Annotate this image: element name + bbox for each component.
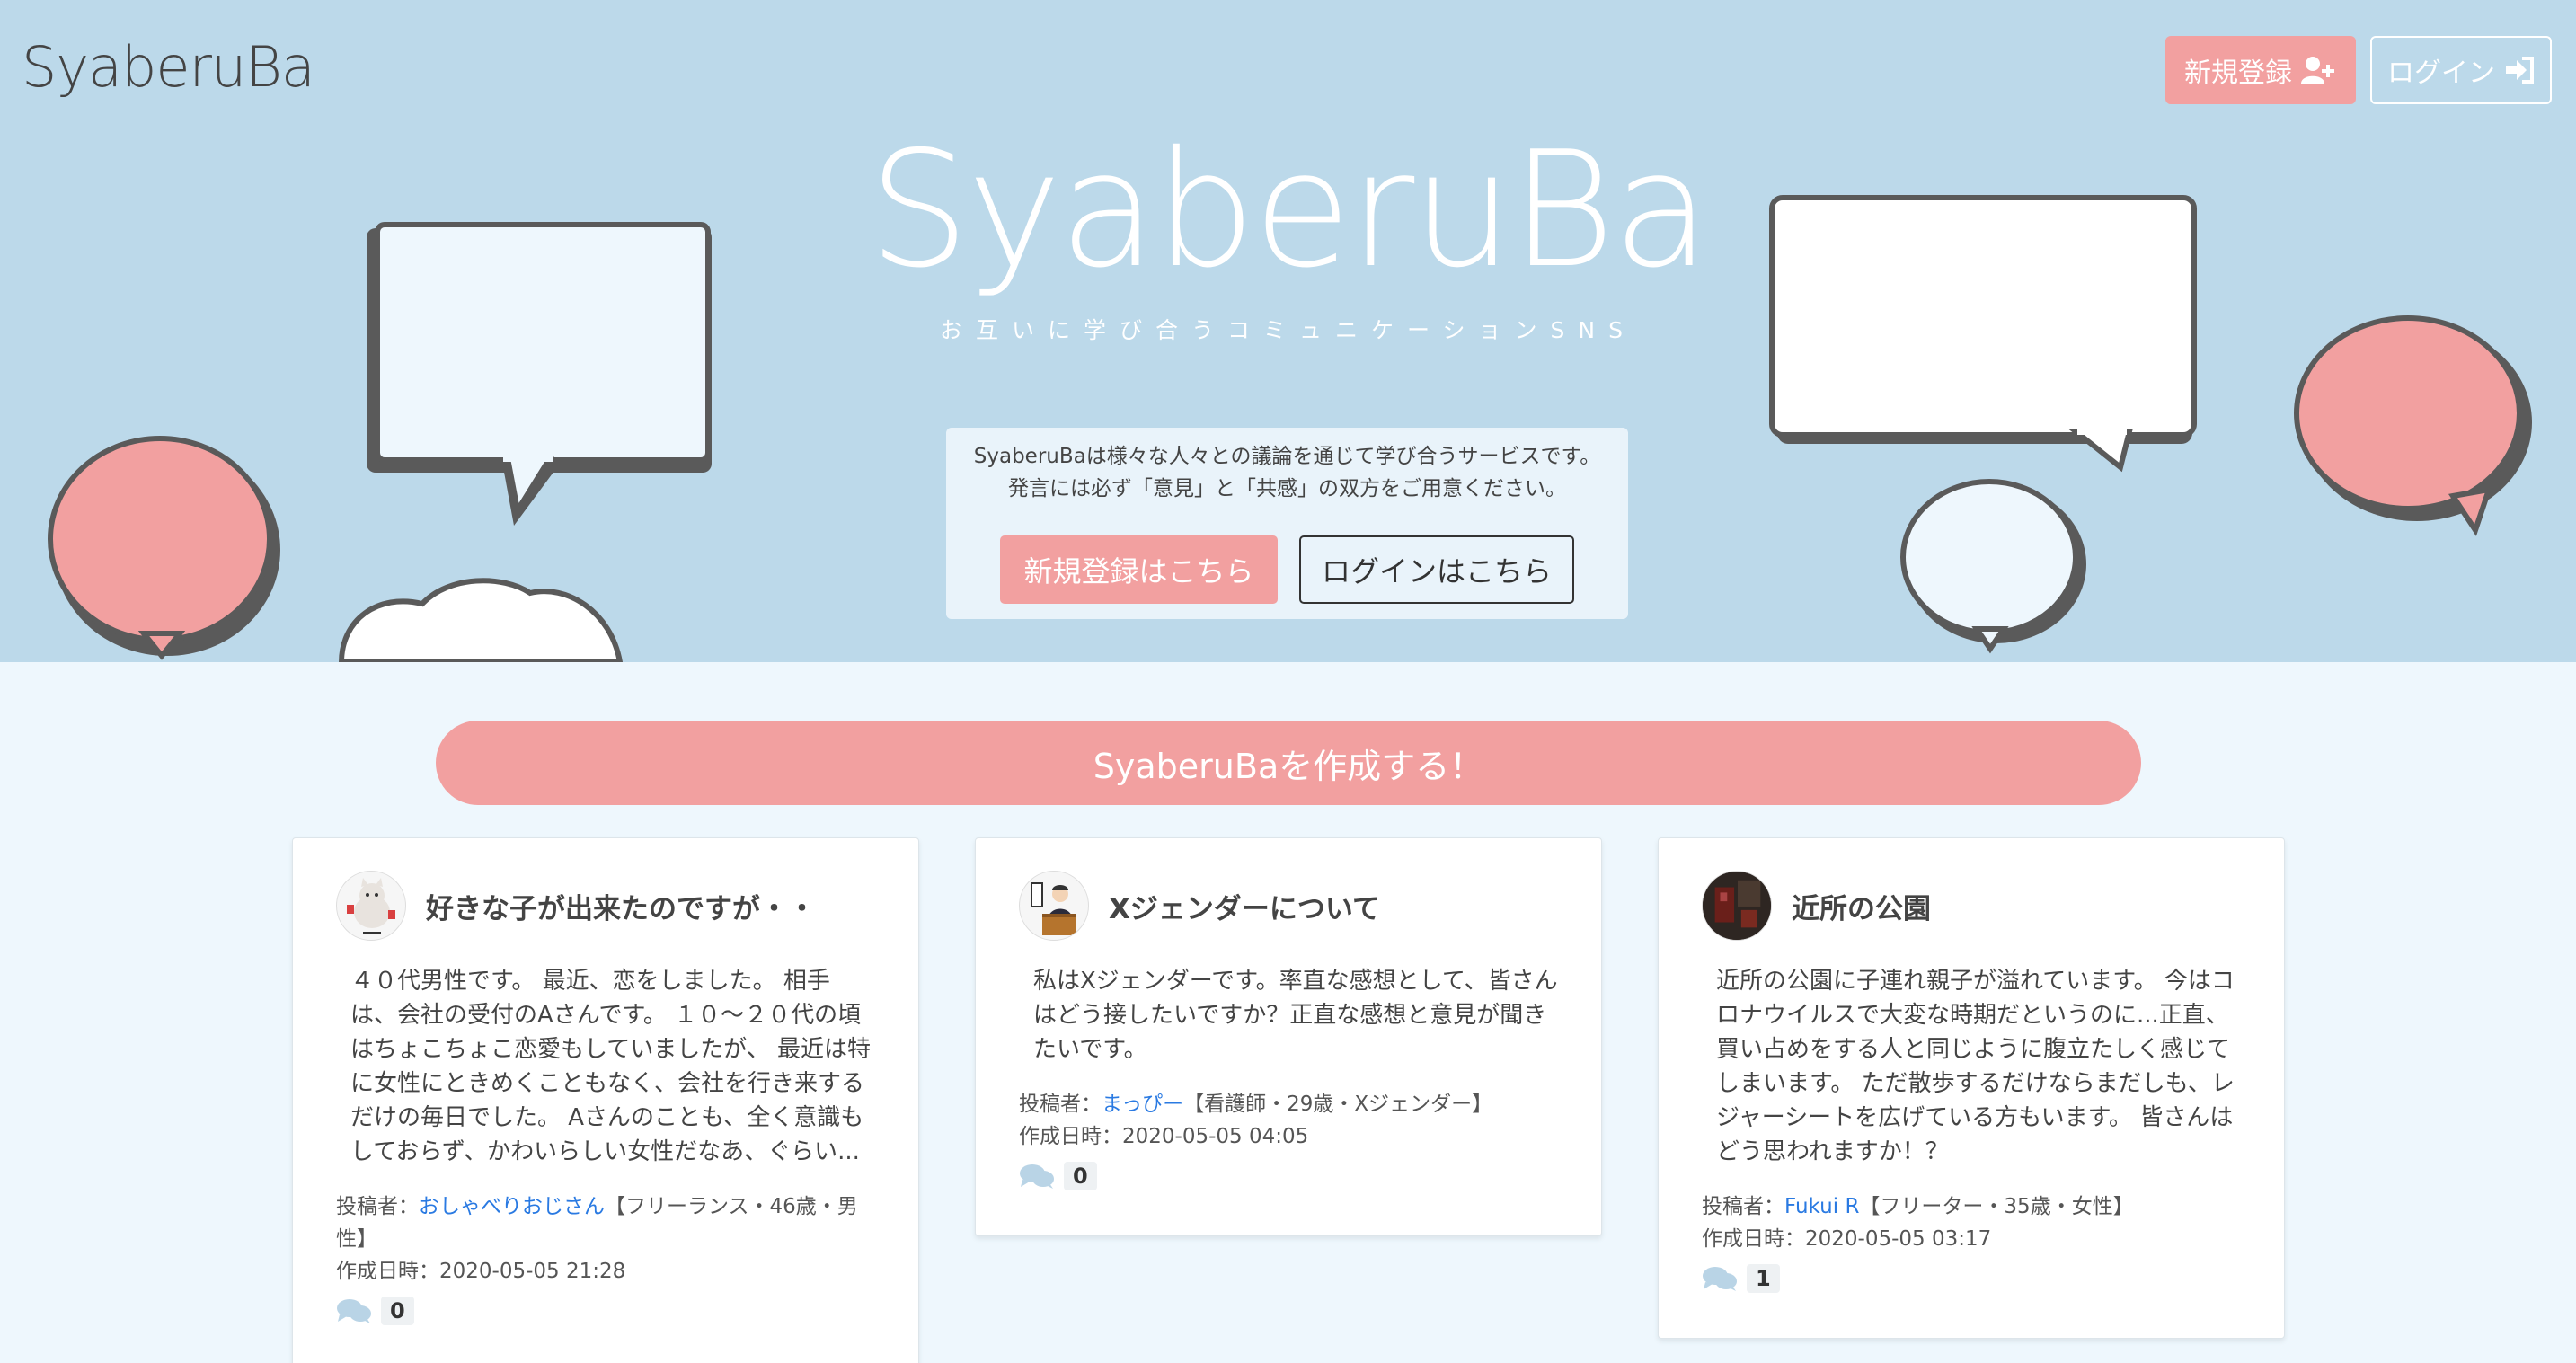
post-date: 2020-05-05 04:05 — [1122, 1125, 1309, 1148]
author-prefix: 投稿者： — [336, 1195, 419, 1218]
post-card[interactable]: Xジェンダーについて 私はXジェンダーです。率直な感想として、皆さんはどう接した… — [975, 837, 1602, 1236]
header-register-button[interactable]: 新規登録 — [2165, 36, 2356, 104]
photo-avatar-icon — [1702, 871, 1772, 941]
create-syaberuba-button[interactable]: SyaberuBaを作成する！ — [436, 721, 2141, 805]
date-prefix: 作成日時： — [336, 1260, 439, 1283]
post-card[interactable]: 好きな子が出来たのですが・・ ４０代男性です。 最近、恋をしました。 相手は、会… — [292, 837, 919, 1363]
author-info: 【看護師・29歳・Xジェンダー】 — [1183, 1093, 1493, 1116]
user-plus-icon — [2301, 57, 2334, 84]
comments-icon — [337, 1299, 371, 1323]
post-date: 2020-05-05 03:17 — [1805, 1227, 1992, 1251]
author-prefix: 投稿者： — [1019, 1093, 1102, 1116]
intro-line-1: SyaberuBaは様々な人々との議論を通じて学び合うサービスです。 — [973, 445, 1601, 468]
author-link[interactable]: まっぴー — [1102, 1093, 1183, 1116]
brand-logo[interactable]: SyaberuBa — [22, 34, 315, 100]
intro-box: SyaberuBaは様々な人々との議論を通じて学び合うサービスです。 発言には必… — [946, 428, 1628, 619]
author-link[interactable]: おしゃべりおじさん — [419, 1195, 605, 1218]
post-meta: 投稿者：おしゃべりおじさん【フリーランス・46歳・男性】 作成日時：2020-0… — [336, 1190, 882, 1288]
comments-icon — [1703, 1267, 1737, 1291]
comment-count-value: 0 — [381, 1297, 414, 1325]
hero-register-button[interactable]: 新規登録はこちら — [1000, 535, 1278, 604]
intro-line-2: 発言には必ず「意見」と「共感」の双方をご用意ください。 — [1008, 477, 1566, 500]
hero-section: SyaberuBa 新規登録 ログイン SyaberuBa お互いに学び合うコミ… — [0, 0, 2576, 662]
post-title[interactable]: 近所の公園 — [1792, 886, 1931, 926]
pink-bubble-left-icon — [48, 436, 280, 660]
hero-login-button[interactable]: ログインはこちら — [1299, 535, 1574, 604]
white-bubble-icon — [1900, 479, 2086, 654]
sign-in-icon — [2506, 57, 2534, 84]
header-register-label: 新規登録 — [2184, 58, 2292, 89]
comment-count-value: 1 — [1747, 1264, 1780, 1293]
header-login-label: ログイン — [2387, 58, 2495, 89]
comments-icon — [1020, 1164, 1054, 1189]
author-link[interactable]: Fukui R — [1784, 1195, 1859, 1218]
author-prefix: 投稿者： — [1702, 1195, 1784, 1218]
comment-count-value: 0 — [1064, 1162, 1097, 1190]
post-body: ４０代男性です。 最近、恋をしました。 相手は、会社の受付のAさんです。 １０〜… — [350, 968, 871, 1165]
post-body: 私はXジェンダーです。率直な感想として、皆さんはどう接したいですか？正直な感想と… — [1033, 968, 1558, 1063]
post-date: 2020-05-05 21:28 — [439, 1260, 626, 1283]
comment-count: 0 — [1019, 1158, 1601, 1194]
post-card[interactable]: 近所の公園 近所の公園に子連れ親子が溢れています。 今はコロナウイルスで大変な時… — [1658, 837, 2285, 1339]
cloud-bubble-icon — [338, 578, 624, 662]
speaker-at-podium-icon — [1019, 871, 1089, 941]
hero-subtitle: お互いに学び合うコミュニケーションSNS — [940, 317, 1636, 343]
author-info: 【フリーター・35歳・女性】 — [1859, 1195, 2134, 1218]
comment-count: 0 — [336, 1293, 918, 1329]
date-prefix: 作成日時： — [1702, 1227, 1805, 1251]
cat-character-icon — [336, 871, 406, 941]
pink-bubble-right-icon — [2294, 315, 2532, 536]
post-title[interactable]: Xジェンダーについて — [1109, 886, 1380, 926]
header-login-button[interactable]: ログイン — [2370, 36, 2552, 104]
post-meta: 投稿者：まっぴー【看護師・29歳・Xジェンダー】 作成日時：2020-05-05… — [1019, 1088, 1565, 1153]
post-meta: 投稿者：Fukui R【フリーター・35歳・女性】 作成日時：2020-05-0… — [1702, 1190, 2248, 1255]
hero-title: SyaberuBa — [868, 117, 1711, 303]
post-body: 近所の公園に子連れ親子が溢れています。 今はコロナウイルスで大変な時期だというの… — [1716, 968, 2235, 1165]
date-prefix: 作成日時： — [1019, 1125, 1122, 1148]
comment-count: 1 — [1702, 1261, 2284, 1297]
post-title[interactable]: 好きな子が出来たのですが・・ — [426, 886, 816, 926]
